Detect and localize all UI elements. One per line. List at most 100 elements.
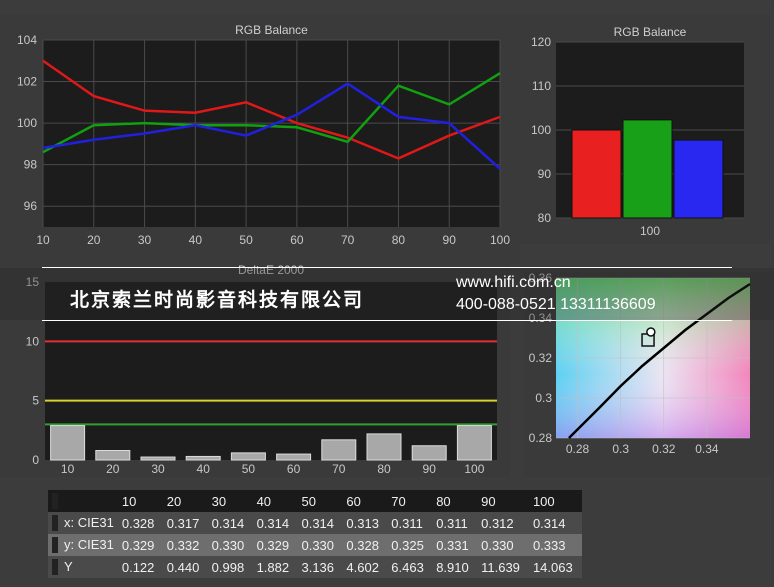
table-cell: 0.314 <box>297 512 343 534</box>
y-tick-label: 110 <box>532 79 551 93</box>
x-tick-label: 60 <box>290 233 304 247</box>
bar-80 <box>366 433 402 461</box>
table-cell: 0.329 <box>117 534 163 556</box>
table-cell: 0.328 <box>342 534 388 556</box>
bar-1 <box>622 119 673 219</box>
y-tick-label: 104 <box>17 33 37 47</box>
table-cell: 0.122 <box>117 556 163 578</box>
x-tick-label: 80 <box>392 233 406 247</box>
bar-10 <box>50 425 86 461</box>
table-cell: 0.328 <box>117 512 163 534</box>
table-cell: 0.317 <box>162 512 208 534</box>
table-cell: 0.329 <box>252 534 298 556</box>
bar-60 <box>276 453 312 461</box>
cie-data-table: 10 20 30 40 50 60 70 80 90 100 x: CIE31 0.328 0.317 0… <box>48 490 582 578</box>
y-tick-label: 0 <box>32 453 39 467</box>
y-tick-label: 0.3 <box>535 391 552 405</box>
x-tick-label: 90 <box>443 233 457 247</box>
x-tick-label: 40 <box>197 462 211 476</box>
table-header-row: 10 20 30 40 50 60 70 80 90 100 <box>48 490 582 512</box>
table-row: x: CIE31 0.328 0.317 0.314 0.314 0.314 0.313 0.… <box>48 512 582 534</box>
chart-title: RGB Balance <box>235 23 308 37</box>
table-cell: 0.311 <box>432 512 478 534</box>
table-cell: 0.330 <box>297 534 343 556</box>
x-tick-label: 100 <box>640 224 660 238</box>
table-row-label <box>48 490 118 512</box>
measured-point <box>646 327 656 337</box>
bar-30 <box>140 456 176 461</box>
y-tick-label: 0.28 <box>529 431 553 445</box>
x-tick-label: 50 <box>242 462 256 476</box>
table-cell: 3.136 <box>297 556 343 578</box>
bar-50 <box>230 452 266 461</box>
table-row-label: Y <box>48 556 118 578</box>
table-cell: 0.313 <box>342 512 388 534</box>
table-cell: 0.440 <box>162 556 208 578</box>
table-cell: 50 <box>297 490 343 512</box>
x-tick-label: 0.28 <box>566 442 590 456</box>
y-tick-label: 100 <box>17 116 37 130</box>
table-cell: 0.331 <box>432 534 478 556</box>
y-tick-label: 100 <box>531 123 551 137</box>
y-tick-label: 5 <box>32 394 39 408</box>
table-cell: 0.314 <box>207 512 253 534</box>
x-tick-label: 50 <box>239 233 253 247</box>
table-cell: 60 <box>342 490 388 512</box>
x-tick-label: 70 <box>341 233 355 247</box>
x-tick-label: 30 <box>138 233 152 247</box>
x-tick-label: 0.3 <box>612 442 629 456</box>
watermark-line-top <box>42 267 732 268</box>
bar-100 <box>456 425 492 461</box>
x-tick-label: 80 <box>377 462 391 476</box>
table-cell: 40 <box>252 490 298 512</box>
watermark-company: 北京索兰时尚影音科技有限公司 <box>70 289 365 311</box>
x-tick-label: 100 <box>490 233 510 247</box>
table-row: Y 0.122 0.440 0.998 1.882 3.136 4.602 6.463 8.91… <box>48 556 582 578</box>
table-cell: 6.463 <box>387 556 433 578</box>
table-cell: 0.330 <box>477 534 529 556</box>
x-tick-label: 60 <box>287 462 301 476</box>
y-tick-label: 10 <box>26 334 40 348</box>
row-marker <box>52 493 58 510</box>
table-cell: 1.882 <box>252 556 298 578</box>
row-marker <box>52 515 58 532</box>
y-tick-label: 120 <box>531 35 551 49</box>
row-marker <box>52 537 58 554</box>
bar-40 <box>185 455 221 461</box>
bar-70 <box>321 439 357 461</box>
bar-0 <box>571 129 622 219</box>
table-cell: 10 <box>117 490 163 512</box>
table-cell: 0.333 <box>528 534 582 556</box>
x-tick-label: 10 <box>36 233 50 247</box>
table-cell: 11.639 <box>477 556 529 578</box>
table-cell: 0.325 <box>387 534 433 556</box>
y-tick-label: 90 <box>538 167 552 181</box>
watermark-url: www.hifi.com.cn <box>456 274 571 291</box>
table-cell: 0.998 <box>207 556 253 578</box>
table-cell: 70 <box>387 490 433 512</box>
table-cell: 14.063 <box>528 556 582 578</box>
table-row-label: y: CIE31 <box>48 534 118 556</box>
x-tick-label: 100 <box>464 462 484 476</box>
x-tick-label: 70 <box>332 462 346 476</box>
bar-2 <box>673 139 724 219</box>
y-tick-label: 0.32 <box>529 351 553 365</box>
table-cell: 80 <box>432 490 478 512</box>
bar-90 <box>411 445 447 461</box>
watermark-phone: 400-088-0521 13311136609 <box>456 296 656 313</box>
y-tick-label: 98 <box>24 158 38 172</box>
table-cell: 8.910 <box>432 556 478 578</box>
table-cell: 0.332 <box>162 534 208 556</box>
rgb-balance-bar-chart: RGB Balance 80 90 100 110 120 100 <box>520 14 770 244</box>
x-tick-label: 10 <box>61 462 75 476</box>
y-tick-label: 80 <box>538 211 552 225</box>
table-cell: 0.314 <box>252 512 298 534</box>
bar-20 <box>95 450 131 461</box>
plot-area <box>43 40 500 227</box>
table-cell: 20 <box>162 490 208 512</box>
table-cell: 0.314 <box>528 512 582 534</box>
table-row: y: CIE31 0.329 0.332 0.330 0.329 0.330 0.328 0.… <box>48 534 582 556</box>
y-tick-label: 96 <box>24 199 38 213</box>
x-tick-label: 20 <box>87 233 101 247</box>
watermark-line-bottom <box>42 320 732 321</box>
